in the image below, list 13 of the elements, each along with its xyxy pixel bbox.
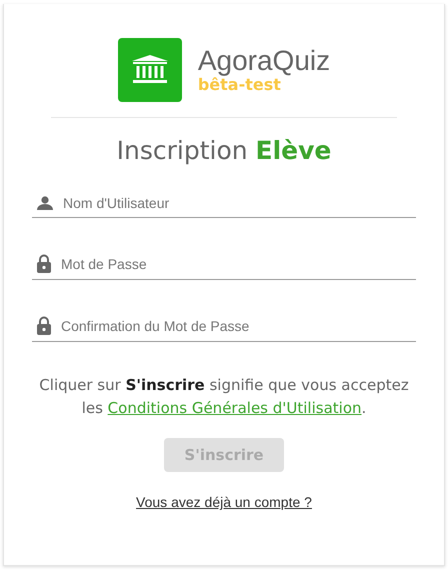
input-field[interactable]: Confirmation du Mot de Passe xyxy=(61,318,416,334)
terms-link[interactable]: Conditions Générales d'Utilisation xyxy=(108,399,362,417)
page-title: Inscription Elève xyxy=(116,136,332,165)
input-field[interactable]: Nom d'Utilisateur xyxy=(63,195,416,211)
input-field[interactable]: Mot de Passe xyxy=(61,256,416,272)
lock-icon xyxy=(36,316,52,335)
beta-tag: bêta-test xyxy=(198,76,330,94)
building-icon xyxy=(118,38,182,102)
app-name: AgoraQuiz xyxy=(198,46,330,76)
login-link[interactable]: Vous avez déjà un compte ? xyxy=(136,494,312,510)
terms-notice: Cliquer sur S'inscrire signifie que vous acceptez les Conditions Générales d'Utilisation. xyxy=(38,375,410,419)
lock-icon xyxy=(36,254,52,273)
user-icon xyxy=(36,196,54,210)
